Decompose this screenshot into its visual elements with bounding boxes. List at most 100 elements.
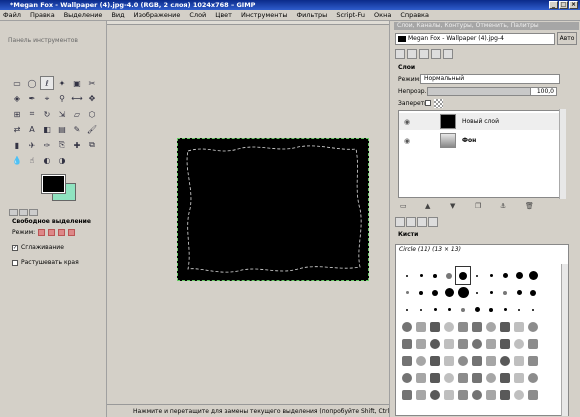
auto-button[interactable]: Авто: [557, 32, 577, 45]
brush-preview[interactable]: [512, 318, 526, 335]
layer-mode-select[interactable]: Нормальный: [420, 74, 560, 84]
brush-preview[interactable]: [442, 267, 456, 284]
antialias-checkbox[interactable]: ✓: [12, 244, 18, 251]
image-selector[interactable]: Megan Fox - Wallpaper (4).jpg-4: [395, 33, 555, 45]
brush-preview[interactable]: [442, 284, 456, 301]
mode-intersect-button[interactable]: [68, 229, 76, 236]
image-canvas[interactable]: [177, 138, 369, 281]
brush-preview[interactable]: [414, 284, 428, 301]
scissors-tool-icon[interactable]: ✂: [85, 76, 99, 90]
brush-preview[interactable]: [470, 318, 484, 335]
anchor-layer-icon[interactable]: ⚓: [500, 202, 508, 210]
brush-preview[interactable]: [470, 301, 484, 318]
brush-preview[interactable]: [470, 386, 484, 403]
shear-tool-icon[interactable]: ▱: [70, 107, 84, 121]
brush-preview[interactable]: [484, 335, 498, 352]
brush-preview[interactable]: [526, 318, 540, 335]
new-layer-icon[interactable]: ▭: [400, 202, 408, 210]
fuzzy-select-tool-icon[interactable]: ✦: [55, 76, 69, 90]
brush-preview[interactable]: [442, 318, 456, 335]
brush-preview[interactable]: [512, 284, 526, 301]
brush-preview[interactable]: [414, 267, 428, 284]
lower-layer-icon[interactable]: ▼: [450, 202, 458, 210]
tab-gradients[interactable]: [417, 217, 427, 227]
menu-edit[interactable]: Правка: [30, 11, 55, 19]
mode-add-button[interactable]: [48, 229, 56, 236]
brush-preview[interactable]: [428, 318, 442, 335]
blur-tool-icon[interactable]: 💧: [10, 154, 24, 168]
close-button[interactable]: ×: [569, 1, 578, 9]
menu-windows[interactable]: Окна: [374, 11, 391, 19]
menu-tools[interactable]: Инструменты: [241, 11, 288, 19]
brush-preview[interactable]: [484, 267, 498, 284]
minimize-button[interactable]: _: [549, 1, 558, 9]
brush-preview[interactable]: [470, 284, 484, 301]
brush-preview[interactable]: [428, 301, 442, 318]
brush-preview[interactable]: [512, 267, 526, 284]
brush-preview[interactable]: [512, 352, 526, 369]
brush-preview[interactable]: [470, 267, 484, 284]
brush-preview[interactable]: [526, 284, 540, 301]
brush-preview[interactable]: [470, 369, 484, 386]
brush-preview[interactable]: [456, 369, 470, 386]
brush-preview[interactable]: [484, 369, 498, 386]
brush-preview[interactable]: [484, 318, 498, 335]
brush-preview[interactable]: [526, 369, 540, 386]
brush-preview[interactable]: [428, 335, 442, 352]
eye-icon[interactable]: ◉: [402, 118, 412, 126]
menu-image[interactable]: Изображение: [134, 11, 181, 19]
color-select-tool-icon[interactable]: ▣: [70, 76, 84, 90]
burn-tool-icon[interactable]: ◑: [55, 154, 69, 168]
menu-file[interactable]: Файл: [3, 11, 21, 19]
tab-undo-history[interactable]: [431, 49, 441, 59]
perspective-tool-icon[interactable]: ⬡: [85, 107, 99, 121]
brush-preview[interactable]: [498, 267, 512, 284]
lock-alpha-checkbox[interactable]: [425, 100, 431, 106]
mode-replace-button[interactable]: [38, 229, 46, 236]
brush-preview[interactable]: [456, 386, 470, 403]
maximize-button[interactable]: □: [559, 1, 568, 9]
brush-preview[interactable]: [442, 369, 456, 386]
brush-preview[interactable]: [498, 301, 512, 318]
brush-preview[interactable]: [400, 335, 414, 352]
brush-preview[interactable]: [400, 369, 414, 386]
tab-tool-options[interactable]: [9, 209, 18, 216]
brush-preview[interactable]: [400, 352, 414, 369]
canvas-area[interactable]: [107, 21, 389, 404]
tab-device-status[interactable]: [19, 209, 28, 216]
eye-icon[interactable]: ◉: [402, 137, 412, 145]
menu-script-fu[interactable]: Script-Fu: [336, 11, 365, 19]
color-picker-tool-icon[interactable]: ⌖: [40, 92, 54, 106]
align-tool-icon[interactable]: ⊞: [10, 107, 24, 121]
brush-preview[interactable]: [428, 267, 442, 284]
eraser-tool-icon[interactable]: ▮: [10, 138, 24, 152]
pencil-tool-icon[interactable]: ✎: [70, 123, 84, 137]
brush-preview[interactable]: [400, 386, 414, 403]
brush-preview[interactable]: [428, 352, 442, 369]
brush-preview[interactable]: [456, 301, 470, 318]
brush-preview[interactable]: [498, 352, 512, 369]
zoom-tool-icon[interactable]: ⚲: [55, 92, 69, 106]
tab-paths[interactable]: [419, 49, 429, 59]
brush-preview[interactable]: [526, 386, 540, 403]
layers-scrollbar[interactable]: [559, 109, 566, 199]
brush-preview[interactable]: [470, 335, 484, 352]
brush-preview[interactable]: [526, 352, 540, 369]
measure-tool-icon[interactable]: ⟷: [70, 92, 84, 106]
brush-preview[interactable]: [498, 369, 512, 386]
foreground-select-tool-icon[interactable]: ◈: [10, 92, 24, 106]
heal-tool-icon[interactable]: ✚: [70, 138, 84, 152]
brush-preview[interactable]: [512, 369, 526, 386]
tab-undo[interactable]: [29, 209, 38, 216]
brush-preview[interactable]: [428, 284, 442, 301]
brush-preview[interactable]: [498, 386, 512, 403]
layer-row[interactable]: ◉ Фон: [399, 132, 562, 149]
brush-preview[interactable]: [428, 369, 442, 386]
brush-preview[interactable]: [526, 335, 540, 352]
delete-layer-icon[interactable]: 🗑: [525, 202, 534, 210]
tab-brushes[interactable]: [395, 217, 405, 227]
paintbrush-tool-icon[interactable]: 🖌: [85, 123, 99, 137]
paths-tool-icon[interactable]: ✒: [25, 92, 39, 106]
brush-preview[interactable]: [442, 386, 456, 403]
brush-preview[interactable]: [526, 267, 540, 284]
